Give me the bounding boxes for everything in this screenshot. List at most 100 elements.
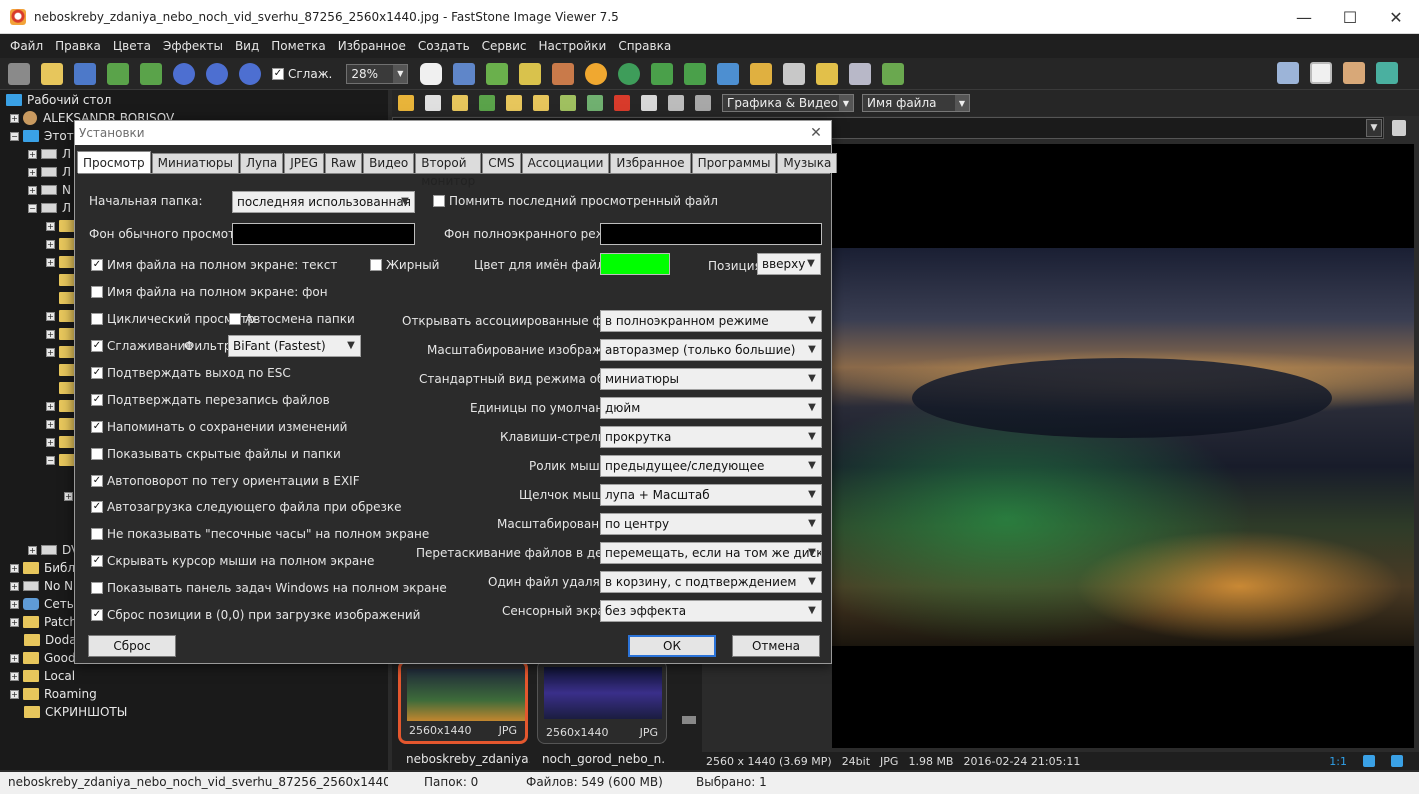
expand-icon[interactable]: + (10, 671, 19, 681)
checkbox[interactable]: ✓ (91, 501, 103, 513)
arrow-left-icon[interactable] (398, 95, 414, 111)
menu-file[interactable]: Файл (4, 34, 49, 58)
expand-icon[interactable]: + (64, 491, 73, 501)
expand-icon[interactable]: + (10, 689, 19, 699)
tab-associations[interactable]: Ассоциации (521, 153, 610, 173)
dialog-close-button[interactable]: ✕ (807, 124, 825, 142)
smoothing-checkbox[interactable]: ✓ Сглаживание (91, 339, 193, 353)
remind-save-checkbox[interactable]: ✓ Напоминать о сохранении изменений (91, 420, 347, 434)
menu-settings[interactable]: Настройки (533, 34, 613, 58)
rotate-right-icon[interactable] (684, 62, 707, 85)
browser-view-select[interactable]: миниатюры ▼ (600, 368, 822, 390)
expand-icon[interactable]: + (10, 653, 19, 663)
tree-item-roaming[interactable]: + Roaming (10, 685, 97, 703)
forward-icon[interactable] (140, 62, 162, 85)
thumbnail-scrollbar[interactable] (682, 716, 696, 724)
tree-item-local[interactable]: + Local (10, 667, 75, 685)
save-icon[interactable] (74, 62, 96, 85)
arrow-right-icon[interactable] (425, 95, 441, 111)
expand-icon[interactable]: + (10, 617, 19, 627)
filename-color-swatch[interactable] (600, 253, 670, 275)
mouse-wheel-select[interactable]: предыдущее/следующее ▼ (600, 455, 822, 477)
expand-icon[interactable]: + (28, 149, 37, 159)
tree-item-drive[interactable]: + N (28, 181, 71, 199)
layout-person-icon[interactable] (1343, 62, 1365, 84)
tab-jpeg[interactable]: JPEG (284, 153, 324, 173)
confirm-overwrite-checkbox[interactable]: ✓ Подтверждать перезапись файлов (91, 393, 330, 407)
expand-icon[interactable]: + (28, 167, 37, 177)
refresh-icon[interactable] (479, 95, 495, 111)
hide-cursor-checkbox[interactable]: ✓ Скрывать курсор мыши на полном экране (91, 554, 374, 568)
exif-autorotate-checkbox[interactable]: ✓ Автоповорот по тегу ориентации в EXIF (91, 474, 360, 488)
tree-item-screenshots[interactable]: СКРИНШОТЫ (24, 703, 127, 721)
rotate-left-icon[interactable] (651, 62, 674, 85)
tree-item-desktop[interactable]: Рабочий стол (6, 91, 111, 109)
tree-drag-select[interactable]: перемещать, если на том же диске ▼ (600, 542, 822, 564)
normal-bg-color-field[interactable] (232, 223, 415, 245)
thumbnail-item[interactable]: 2560x1440 JPG (398, 660, 528, 744)
expand-icon[interactable]: + (28, 545, 37, 555)
position-select[interactable]: вверху ▼ (757, 253, 821, 275)
tab-favorites[interactable]: Избранное (610, 153, 691, 173)
tree-item-no-name[interactable]: + No N (10, 577, 73, 595)
copy-to-icon[interactable] (560, 95, 576, 111)
remember-last-file-checkbox[interactable]: Помнить последний просмотренный файл (433, 194, 718, 208)
folder-up-icon[interactable] (452, 95, 468, 111)
tree-item-doda[interactable]: Doda (24, 631, 77, 649)
preview-image[interactable] (832, 248, 1414, 646)
details-view-icon[interactable] (668, 95, 684, 111)
earth-icon[interactable] (618, 62, 641, 85)
tab-second-monitor[interactable]: Второй монитор (415, 153, 482, 188)
smoothing-toggle[interactable]: ✓ Сглаж. (272, 67, 332, 81)
menu-tools[interactable]: Сервис (476, 34, 533, 58)
collapse-icon[interactable]: − (10, 131, 19, 141)
expand-icon[interactable]: + (46, 401, 55, 411)
tab-thumbnails[interactable]: Миниатюры (151, 153, 239, 173)
delete-icon[interactable] (614, 95, 630, 111)
open-associated-select[interactable]: в полноэкранном режиме ▼ (600, 310, 822, 332)
tab-music[interactable]: Музыка (777, 153, 838, 173)
delete-single-select[interactable]: в корзину, с подтверждением ▼ (600, 571, 822, 593)
compare-icon[interactable] (750, 62, 773, 85)
hide-hourglass-checkbox[interactable]: Не показывать "песочные часы" на полном … (91, 527, 429, 541)
zoom-select[interactable]: 28% ▼ (346, 63, 409, 84)
expand-icon[interactable]: + (46, 239, 55, 249)
checkbox[interactable]: ✓ (91, 475, 103, 487)
actual-size-icon[interactable] (239, 62, 261, 85)
layout-browser-icon[interactable] (1310, 62, 1332, 84)
expand-icon[interactable]: + (46, 311, 55, 321)
ok-button[interactable]: ОК (628, 635, 716, 657)
list-view-icon[interactable] (695, 95, 711, 111)
layout-list-icon[interactable] (1277, 62, 1299, 84)
bold-checkbox[interactable]: Жирный (370, 258, 439, 272)
autoload-next-checkbox[interactable]: ✓ Автозагрузка следующего файла при обрез… (91, 500, 402, 514)
expand-icon[interactable]: + (46, 347, 55, 357)
menu-create[interactable]: Создать (412, 34, 476, 58)
collapse-icon[interactable]: − (46, 455, 55, 465)
collapse-icon[interactable]: − (28, 203, 37, 213)
flip-icon[interactable] (717, 62, 740, 85)
auto-folder-checkbox[interactable]: Автосмена папки (229, 312, 355, 326)
image-scaling-select[interactable]: авторазмер (только большие) ▼ (600, 339, 822, 361)
smoothing-checkbox[interactable]: ✓ (272, 67, 284, 80)
zoom-out-icon[interactable] (206, 62, 228, 85)
expand-icon[interactable]: + (10, 581, 19, 591)
expand-icon[interactable]: + (46, 221, 55, 231)
checkbox[interactable] (229, 313, 241, 325)
expand-icon[interactable]: + (46, 419, 55, 429)
expand-icon[interactable]: + (46, 437, 55, 447)
move-to-icon[interactable] (587, 95, 603, 111)
fullscreen-icon[interactable] (1376, 62, 1398, 84)
menu-favorites[interactable]: Избранное (332, 34, 412, 58)
menu-edit[interactable]: Правка (49, 34, 107, 58)
checkbox[interactable]: ✓ (91, 367, 103, 379)
menu-help[interactable]: Справка (612, 34, 677, 58)
filename-text-checkbox[interactable]: ✓ Имя файла на полном экране: текст (91, 258, 337, 272)
camera-icon[interactable] (8, 62, 30, 85)
file-type-filter-select[interactable]: Графика & Видео ▼ (722, 94, 854, 112)
hand-icon[interactable] (420, 62, 443, 85)
tab-raw[interactable]: Raw (324, 153, 363, 173)
expand-icon[interactable]: + (10, 113, 19, 123)
checkbox[interactable] (91, 582, 103, 594)
filter-select[interactable]: BiFant (Fastest) ▼ (228, 335, 361, 357)
